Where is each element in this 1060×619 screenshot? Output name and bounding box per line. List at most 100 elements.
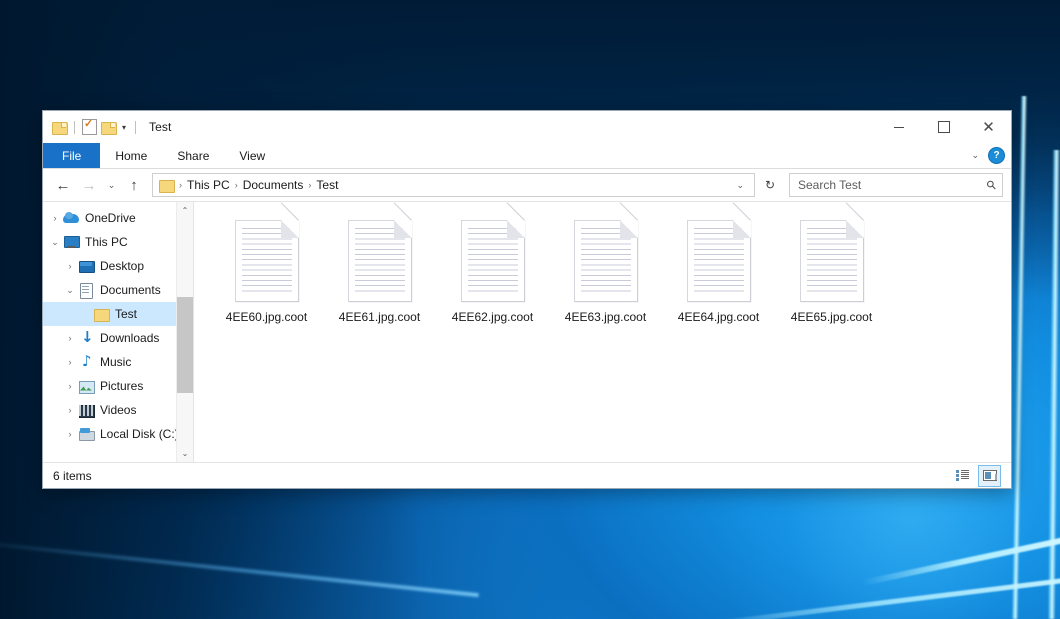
tab-home[interactable]: Home bbox=[100, 143, 162, 168]
search-input[interactable] bbox=[796, 177, 987, 193]
breadcrumb[interactable]: › This PC › Documents › Test ⌄ bbox=[152, 173, 755, 197]
sidebar-item-label: Desktop bbox=[100, 259, 144, 273]
chevron-down-icon: ⌄ bbox=[108, 180, 116, 191]
sidebar-item-label: OneDrive bbox=[85, 211, 136, 225]
page-fold-icon bbox=[394, 220, 412, 238]
sidebar-item-videos[interactable]: › Videos bbox=[43, 398, 193, 422]
generic-document-icon bbox=[574, 220, 638, 302]
back-button[interactable]: ← bbox=[51, 173, 75, 197]
navigation-scrollbar[interactable]: ⌃ ⌄ bbox=[176, 202, 193, 462]
scroll-up-button[interactable]: ⌃ bbox=[177, 202, 193, 219]
scroll-down-button[interactable]: ⌄ bbox=[177, 445, 193, 462]
sidebar-item-label: Downloads bbox=[100, 331, 159, 345]
minimize-button[interactable] bbox=[876, 111, 921, 143]
chevron-down-icon[interactable]: ⌄ bbox=[62, 285, 78, 296]
desktop: ▾ Test ✕ File Home bbox=[0, 0, 1060, 619]
file-item[interactable]: 4EE65.jpg.coot bbox=[775, 216, 888, 340]
chevron-down-icon[interactable]: ⌄ bbox=[47, 237, 63, 248]
folder-tree: ›OneDrive⌄This PC›Desktop⌄DocumentsTest›… bbox=[43, 206, 193, 446]
file-explorer-window: ▾ Test ✕ File Home bbox=[42, 110, 1012, 489]
file-name-label: 4EE61.jpg.coot bbox=[339, 310, 420, 324]
sidebar-item-local-disk-c[interactable]: › Local Disk (C:) bbox=[43, 422, 193, 446]
file-name-label: 4EE64.jpg.coot bbox=[678, 310, 759, 324]
file-item[interactable]: 4EE61.jpg.coot bbox=[323, 216, 436, 340]
generic-document-icon bbox=[461, 220, 525, 302]
expand-ribbon-chevron-down-icon[interactable]: ⌄ bbox=[971, 150, 979, 161]
sidebar-item-music[interactable]: › Music bbox=[43, 350, 193, 374]
large-icons-view-button[interactable] bbox=[978, 465, 1001, 487]
page-fold-icon bbox=[846, 220, 864, 238]
chevron-right-icon[interactable]: › bbox=[62, 405, 78, 415]
file-item[interactable]: 4EE64.jpg.coot bbox=[662, 216, 775, 340]
large-icons-view-icon bbox=[983, 470, 997, 481]
item-count-label: 6 items bbox=[53, 469, 92, 483]
tab-file[interactable]: File bbox=[43, 143, 100, 168]
chevron-down-icon[interactable]: ▾ bbox=[120, 123, 128, 132]
forward-button[interactable]: → bbox=[77, 173, 101, 197]
help-icon[interactable]: ? bbox=[988, 147, 1005, 164]
refresh-button[interactable]: ↻ bbox=[759, 174, 781, 196]
sidebar-item-label: This PC bbox=[85, 235, 128, 249]
tab-view[interactable]: View bbox=[224, 143, 280, 168]
chevron-right-icon[interactable]: › bbox=[62, 429, 78, 439]
generic-document-icon bbox=[800, 220, 864, 302]
window-controls: ✕ bbox=[876, 111, 1011, 143]
file-item[interactable]: 4EE63.jpg.coot bbox=[549, 216, 662, 340]
sidebar-item-test[interactable]: Test bbox=[43, 302, 193, 326]
music-icon bbox=[78, 355, 95, 370]
chevron-right-icon[interactable]: › bbox=[62, 261, 78, 271]
sidebar-item-label: Local Disk (C:) bbox=[100, 427, 179, 441]
file-icon-container bbox=[798, 218, 866, 304]
sidebar-item-downloads[interactable]: › Downloads bbox=[43, 326, 193, 350]
chevron-right-icon[interactable]: › bbox=[47, 213, 63, 223]
tab-file-label: File bbox=[62, 149, 81, 163]
chevron-right-icon[interactable]: › bbox=[62, 333, 78, 343]
breadcrumb-item-test[interactable]: Test bbox=[312, 178, 342, 192]
scrollbar-track[interactable] bbox=[177, 219, 193, 445]
status-bar: 6 items bbox=[43, 462, 1011, 488]
chevron-down-icon: ⌄ bbox=[182, 449, 189, 458]
chevron-right-icon[interactable]: › bbox=[62, 357, 78, 367]
disk-icon bbox=[78, 427, 95, 442]
arrow-up-icon: ↑ bbox=[130, 177, 138, 194]
tab-view-label: View bbox=[239, 149, 265, 163]
breadcrumb-dropdown-chevron-down-icon[interactable]: ⌄ bbox=[730, 180, 750, 191]
properties-checkmark-icon[interactable] bbox=[82, 119, 97, 135]
arrow-right-icon: → bbox=[82, 177, 97, 194]
close-button[interactable]: ✕ bbox=[966, 111, 1011, 143]
sidebar-item-onedrive[interactable]: › OneDrive bbox=[43, 206, 193, 230]
recent-locations-button[interactable]: ⌄ bbox=[103, 173, 120, 197]
sidebar-item-pictures[interactable]: ›Pictures bbox=[43, 374, 193, 398]
file-item[interactable]: 4EE60.jpg.coot bbox=[210, 216, 323, 340]
file-list-view[interactable]: 4EE60.jpg.coot 4EE61.jpg.coot 4EE62.jpg.co… bbox=[194, 202, 1011, 462]
maximize-button[interactable] bbox=[921, 111, 966, 143]
up-button[interactable]: ↑ bbox=[122, 173, 146, 197]
breadcrumb-item-documents[interactable]: Documents bbox=[239, 178, 308, 192]
sidebar-item-desktop[interactable]: › Desktop bbox=[43, 254, 193, 278]
file-icon-container bbox=[685, 218, 753, 304]
chevron-right-icon[interactable]: › bbox=[62, 381, 78, 391]
file-name-label: 4EE62.jpg.coot bbox=[452, 310, 533, 324]
scrollbar-thumb[interactable] bbox=[177, 297, 193, 393]
view-mode-buttons bbox=[951, 465, 1001, 487]
details-view-button[interactable] bbox=[951, 465, 974, 487]
tab-share[interactable]: Share bbox=[162, 143, 224, 168]
breadcrumb-item-this-pc[interactable]: This PC bbox=[183, 178, 234, 192]
quick-access-toolbar: ▾ Test bbox=[43, 119, 171, 135]
sidebar-item-label: Music bbox=[100, 355, 131, 369]
desktop-icon bbox=[78, 259, 95, 274]
sidebar-item-documents[interactable]: ⌄Documents bbox=[43, 278, 193, 302]
file-name-label: 4EE60.jpg.coot bbox=[226, 310, 307, 324]
folder-icon[interactable] bbox=[52, 121, 67, 134]
search-box[interactable]: ⚲ bbox=[789, 173, 1003, 197]
sidebar-item-label: Videos bbox=[100, 403, 136, 417]
file-icon-container bbox=[572, 218, 640, 304]
page-fold-icon bbox=[620, 220, 638, 238]
this-pc-icon bbox=[63, 235, 80, 250]
file-item[interactable]: 4EE62.jpg.coot bbox=[436, 216, 549, 340]
new-folder-icon[interactable] bbox=[101, 121, 116, 134]
details-view-icon bbox=[956, 470, 969, 481]
window-body: ›OneDrive⌄This PC›Desktop⌄DocumentsTest›… bbox=[43, 201, 1011, 462]
sidebar-item-this-pc[interactable]: ⌄ This PC bbox=[43, 230, 193, 254]
generic-document-icon bbox=[687, 220, 751, 302]
